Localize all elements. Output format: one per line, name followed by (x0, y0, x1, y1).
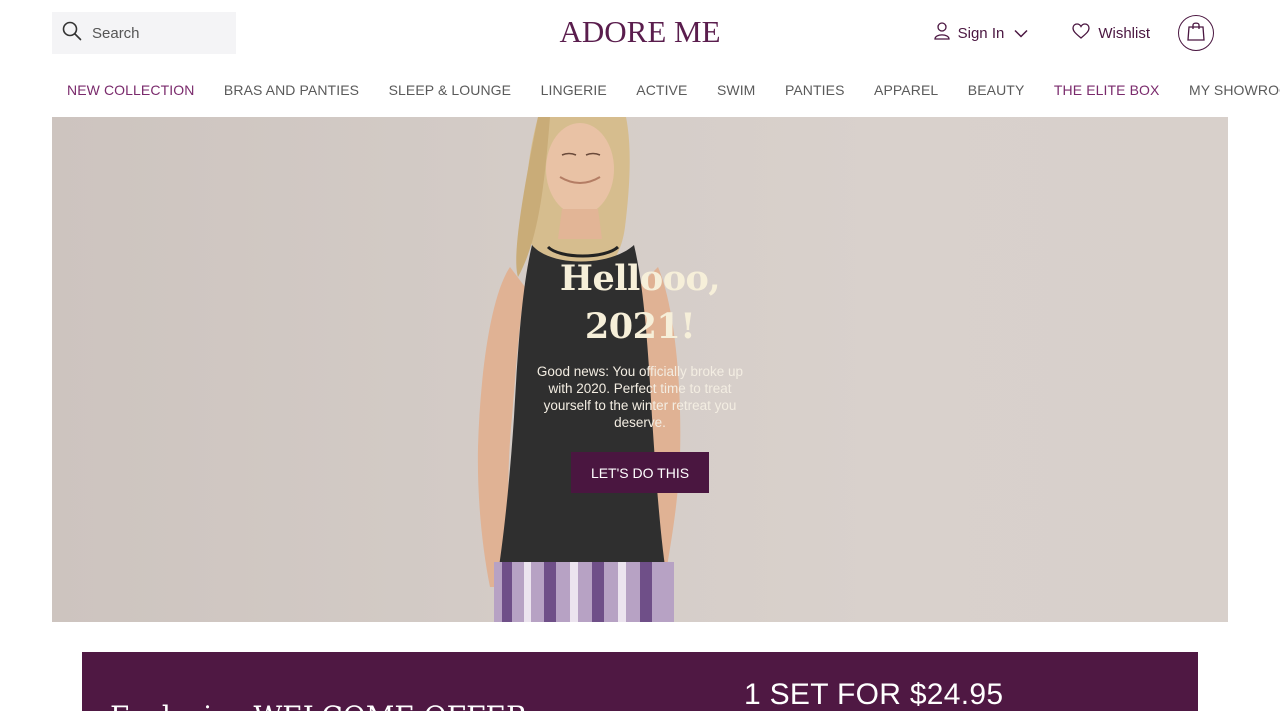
cart-button[interactable] (1178, 15, 1214, 51)
nav-my-showroom[interactable]: MY SHOWROOM (1189, 82, 1280, 98)
nav-new-collection[interactable]: NEW COLLECTION (67, 82, 194, 98)
lets-do-this-button[interactable]: LET'S DO THIS (571, 452, 709, 493)
nav-lingerie[interactable]: LINGERIE (541, 82, 607, 98)
nav-bras-and-panties[interactable]: BRAS AND PANTIES (224, 82, 359, 98)
sign-in-button[interactable]: Sign In (933, 22, 1037, 44)
promo-offer-text: Exclusive WELCOME OFFER (110, 700, 527, 711)
welcome-offer-banner[interactable]: Exclusive WELCOME OFFER 1 SET FOR $24.95 (82, 652, 1198, 711)
hero-title-line-2: 2021! (584, 306, 696, 347)
sign-in-label: Sign In (957, 24, 1005, 42)
nav-the-elite-box[interactable]: THE ELITE BOX (1054, 82, 1160, 98)
nav-apparel[interactable]: APPAREL (874, 82, 938, 98)
hero-title: Hellooo, 2021! (52, 255, 1228, 351)
nav-active[interactable]: ACTIVE (636, 82, 687, 98)
header-actions: Sign In Wishlist (933, 14, 1214, 52)
nav-swim[interactable]: SWIM (717, 82, 756, 98)
user-icon (933, 22, 958, 44)
chevron-down-icon[interactable] (1014, 25, 1036, 42)
nav-sleep-lounge[interactable]: SLEEP & LOUNGE (389, 82, 512, 98)
nav-panties[interactable]: PANTIES (785, 82, 845, 98)
hero-banner[interactable]: Hellooo, 2021! Good news: You officially… (52, 117, 1228, 622)
hero-description: Good news: You officially broke up with … (536, 364, 744, 430)
promo-price: 1 SET FOR $24.95 (744, 678, 1004, 711)
heart-icon (1072, 23, 1098, 43)
wishlist-label: Wishlist (1098, 24, 1150, 42)
shopping-bag-icon (1187, 21, 1205, 46)
wishlist-link[interactable]: Wishlist (1072, 23, 1150, 43)
hero-title-line-1: Hellooo, (559, 258, 721, 299)
nav-beauty[interactable]: BEAUTY (968, 82, 1025, 98)
main-nav: NEW COLLECTION BRAS AND PANTIES SLEEP & … (67, 82, 1280, 98)
